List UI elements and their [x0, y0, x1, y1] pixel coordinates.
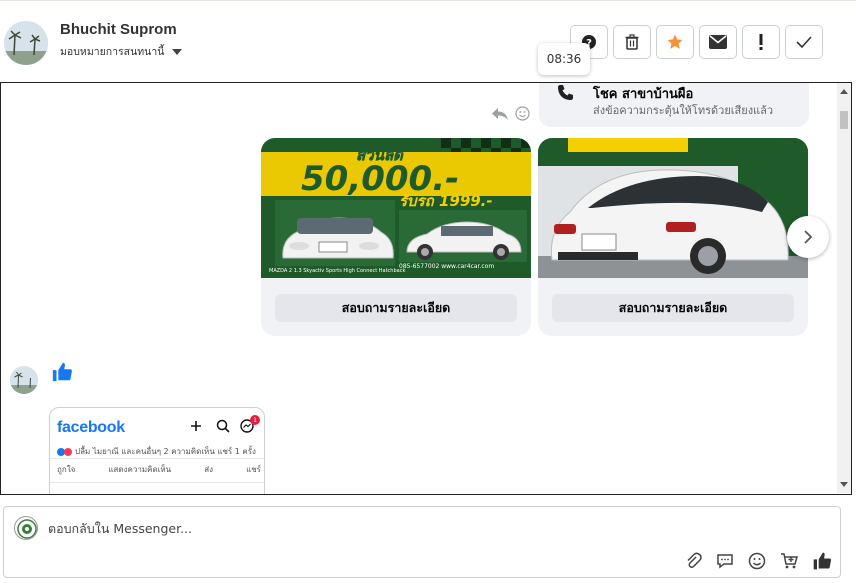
search-icon	[216, 419, 230, 433]
messenger-conversation-view: Bhuchit Suprom มอบหมายการสนทนานี้ ? 08:3…	[0, 0, 856, 583]
car-photo-image[interactable]	[538, 138, 808, 278]
inquire-details-button[interactable]: สอบถามรายละเอียด	[552, 294, 794, 322]
scroll-down-arrow-icon[interactable]	[840, 482, 848, 487]
carousel-next-button[interactable]	[787, 216, 829, 258]
notification-badge: 1	[250, 415, 260, 425]
inquire-details-button[interactable]: สอบถามรายละเอียด	[275, 294, 517, 322]
trash-icon	[625, 34, 639, 50]
caret-down-icon	[172, 48, 183, 55]
emoji-react-icon[interactable]	[515, 106, 530, 121]
post-reaction-summary: ปลื้ม ไมยาณี และคนอื่นๆ 2 ความคิดเห็น แช…	[57, 445, 256, 458]
exclamation-icon	[759, 34, 763, 50]
mark-done-button[interactable]	[785, 25, 823, 59]
mark-spam-button[interactable]	[742, 25, 780, 59]
divider	[50, 482, 264, 483]
delete-button[interactable]	[613, 25, 651, 59]
assign-label: มอบหมายการสนทนานี้	[60, 46, 165, 58]
call-request-message: โชค สาขาบ้านผือ ส่งข้อความกระตุ้นให้โทรด…	[539, 83, 809, 127]
share-action: แชร์	[246, 465, 261, 474]
shared-post-preview[interactable]: facebook 1 ปลื้ม ไมยาณี และคนอื่นๆ 2 ควา…	[49, 407, 265, 494]
comment-action: แสดงความคิดเห็น	[108, 465, 172, 474]
contact-name[interactable]: Bhuchit Suprom	[60, 21, 177, 38]
thumbs-up-icon	[52, 362, 72, 382]
banner-footer: 085-6577002 www.car4car.com	[399, 263, 494, 270]
divider	[50, 458, 264, 459]
carousel-card: สอบถามรายละเอียด	[538, 138, 808, 336]
mark-unread-button[interactable]	[699, 25, 737, 59]
thread-scrollbar[interactable]	[837, 83, 851, 493]
attachment-icon[interactable]	[684, 552, 702, 570]
message-thread[interactable]: โชค สาขาบ้านผือ ส่งข้อความกระตุ้นให้โทรด…	[0, 82, 852, 495]
saved-replies-icon[interactable]	[716, 552, 734, 570]
composer-toolbar	[684, 551, 832, 571]
love-reaction-icon	[64, 447, 72, 456]
avatar[interactable]	[10, 366, 38, 394]
scroll-up-arrow-icon[interactable]	[840, 89, 848, 94]
message-actions	[491, 106, 530, 121]
thumbs-up-message	[51, 361, 73, 387]
reply-input[interactable]	[48, 521, 548, 536]
check-icon	[796, 36, 812, 49]
chevron-right-icon	[804, 230, 813, 244]
send-action: ส่ง	[204, 465, 214, 474]
post-action-bar: ถูกใจ แสดงความคิดเห็น ส่ง แชร์	[57, 463, 261, 476]
thumbs-up-icon[interactable]	[812, 551, 832, 571]
plus-icon	[191, 421, 201, 431]
banner-subtitle: รับรถ 1999.-	[399, 192, 493, 210]
assign-conversation-dropdown[interactable]: มอบหมายการสนทนานี้	[60, 43, 183, 60]
promo-banner-image[interactable]: ส่วนลด 50,000.- รับรถ 1999.- MAZDA 2 1.3…	[261, 138, 531, 278]
star-icon	[667, 34, 683, 49]
reaction-text: ปลื้ม ไมยาณี และคนอื่นๆ 2 ความคิดเห็น แช…	[75, 447, 256, 456]
conversation-toolbar: ?	[570, 25, 823, 59]
phone-icon	[558, 85, 573, 100]
star-button[interactable]	[656, 25, 694, 59]
like-action: ถูกใจ	[57, 465, 76, 474]
page-avatar	[14, 516, 38, 540]
timestamp-tooltip: 08:36	[538, 43, 590, 75]
emoji-icon[interactable]	[748, 552, 766, 570]
call-subtitle: ส่งข้อความกระตุ้นให้โทรด้วยเสียงแล้ว	[593, 104, 774, 117]
conversation-header: Bhuchit Suprom มอบหมายการสนทนานี้ ? 08:3…	[0, 0, 856, 82]
carousel-card: ส่วนลด 50,000.- รับรถ 1999.- MAZDA 2 1.3…	[261, 138, 531, 336]
reply-composer	[3, 506, 841, 578]
facebook-logo: facebook	[57, 419, 125, 436]
add-to-cart-icon[interactable]	[780, 552, 798, 570]
mail-icon	[709, 35, 727, 49]
banner-car-caption: MAZDA 2 1.3 Skyactiv Sports High Connect…	[269, 268, 405, 274]
scroll-thumb[interactable]	[840, 111, 848, 129]
avatar[interactable]	[4, 21, 48, 65]
reply-icon[interactable]	[491, 107, 509, 121]
